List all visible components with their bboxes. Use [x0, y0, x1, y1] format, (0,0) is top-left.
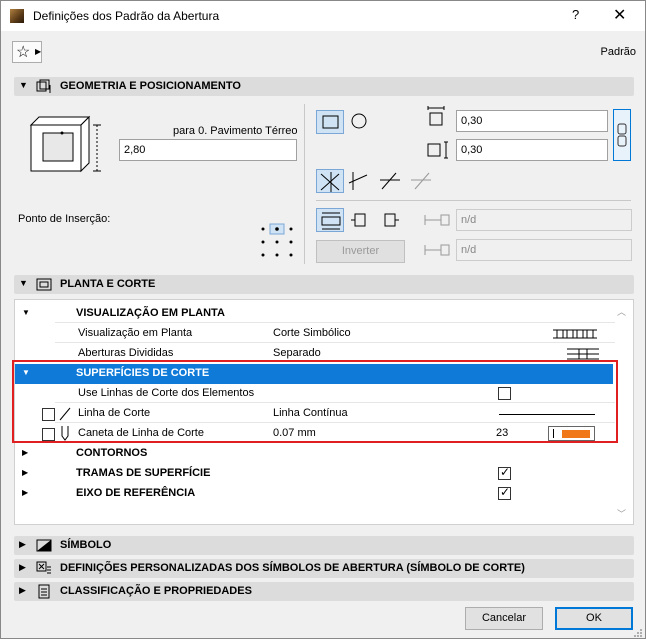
- scroll-down-icon[interactable]: ﹀: [617, 507, 626, 520]
- orientation-option-4[interactable]: [407, 169, 435, 193]
- group-title: EIXO DE REFERÊNCIA: [76, 487, 196, 499]
- vertical-divider: [304, 104, 305, 264]
- dialog-window: Definições dos Padrão da Abertura ? ✕ ☆ …: [0, 0, 646, 639]
- surface-fills-checkbox[interactable]: [498, 465, 511, 480]
- section-custom-header[interactable]: ▶ DEFINIÇÕES PERSONALIZADAS DOS SÍMBOLOS…: [14, 559, 634, 578]
- width-field[interactable]: 0,30: [456, 110, 608, 132]
- circle-icon: [351, 113, 367, 129]
- orientation-option-3[interactable]: [376, 169, 404, 193]
- symbol-icon: [36, 539, 52, 552]
- expand-icon: ▶: [19, 562, 26, 572]
- row-divider: [55, 322, 615, 323]
- group-row-reference-axis[interactable]: ▶ EIXO DE REFERÊNCIA: [15, 484, 615, 504]
- default-label: Padrão: [600, 46, 636, 58]
- height-icon: [427, 141, 448, 159]
- group-title: CONTORNOS: [76, 447, 148, 459]
- reveal-option-2[interactable]: [347, 208, 375, 232]
- reveal-option-3[interactable]: [377, 208, 405, 232]
- custom-symbol-icon: [36, 561, 51, 574]
- opening-preview-icon: [29, 115, 101, 173]
- section-custom-title: DEFINIÇÕES PERSONALIZADAS DOS SÍMBOLOS D…: [60, 562, 525, 574]
- section-classification-header[interactable]: ▶ CLASSIFICAÇÃO E PROPRIEDADES: [14, 582, 634, 601]
- property-value[interactable]: Corte Simbólico: [273, 327, 351, 339]
- close-button[interactable]: ✕: [613, 5, 626, 25]
- cancel-button[interactable]: Cancelar: [465, 607, 543, 630]
- wall-reveal-right-icon: [384, 213, 399, 227]
- insertion-point-grid-icon[interactable]: [259, 223, 295, 259]
- group-row-plan-view[interactable]: ▼ VISUALIZAÇÃO EM PLANTA: [15, 304, 615, 324]
- favorites-button[interactable]: ☆ ▶: [12, 41, 42, 63]
- orientation-option-2[interactable]: [345, 169, 373, 193]
- width-icon: [427, 106, 445, 126]
- document-icon: [38, 584, 50, 599]
- section-plan-header[interactable]: ▼ PLANTA E CORTE: [14, 275, 634, 294]
- wall-reveal-icon: [321, 212, 341, 230]
- row-divider: [55, 342, 615, 343]
- chevron-right-icon: ▶: [35, 47, 42, 56]
- orientation-option-1[interactable]: [316, 169, 344, 193]
- chain-link-icon: [617, 123, 627, 147]
- story-label: para 0. Pavimento Térreo: [173, 125, 298, 137]
- collapse-icon: ▼: [22, 308, 30, 317]
- section-plan-title: PLANTA E CORTE: [60, 278, 156, 290]
- insertion-point-label: Ponto de Inserção:: [18, 213, 111, 225]
- group-title: VISUALIZAÇÃO EM PLANTA: [76, 307, 225, 319]
- mirror-cross-icon: [320, 172, 340, 192]
- group-row-contours[interactable]: ▶ CONTORNOS: [15, 444, 615, 464]
- reference-axis-checkbox[interactable]: [498, 485, 511, 500]
- circular-shape-button[interactable]: [345, 110, 373, 134]
- mirror-horizontal-icon: [380, 172, 400, 190]
- section-geometry-header[interactable]: ▼ GEOMETRIA E POSICIONAMENTO: [14, 77, 634, 96]
- section-symbol-title: SÍMBOLO: [60, 539, 112, 551]
- help-button[interactable]: ?: [572, 7, 579, 22]
- mirror-vertical-icon: [348, 172, 368, 190]
- invert-button[interactable]: Inverter: [316, 240, 405, 263]
- property-label: Visualização em Planta: [78, 327, 193, 339]
- property-value[interactable]: Separado: [273, 347, 321, 359]
- group-row-surface-fills[interactable]: ▶ TRAMAS DE SUPERFÍCIE: [15, 464, 615, 484]
- highlight-frame: [12, 360, 618, 443]
- expand-icon: ▶: [22, 448, 29, 457]
- reveal-option-1[interactable]: [316, 208, 344, 232]
- ok-button[interactable]: OK: [555, 607, 633, 630]
- resize-grip-icon[interactable]: [631, 626, 643, 638]
- group-title: TRAMAS DE SUPERFÍCIE: [76, 467, 211, 479]
- star-icon: ☆: [16, 44, 31, 61]
- divider: [316, 200, 631, 201]
- mirror-diagonal-icon: [411, 172, 431, 190]
- elevation-field[interactable]: 2,80: [119, 139, 297, 161]
- rectangle-icon: [322, 115, 339, 129]
- property-label: Aberturas Divididas: [78, 347, 174, 359]
- property-row-plan-display[interactable]: Visualização em Planta Corte Simbólico: [15, 324, 615, 344]
- expand-icon: ▶: [22, 488, 29, 497]
- app-icon: [10, 9, 24, 23]
- section-geometry-title: GEOMETRIA E POSICIONAMENTO: [60, 80, 241, 92]
- reveal-offset-field[interactable]: n/d: [456, 239, 632, 261]
- rectangular-shape-button[interactable]: [316, 110, 344, 134]
- expand-icon: ▶: [19, 539, 26, 549]
- reveal-offset-icon: [424, 244, 450, 256]
- title-bar: Definições dos Padrão da Abertura ? ✕: [1, 1, 645, 31]
- window-title: Definições dos Padrão da Abertura: [33, 9, 220, 23]
- symbolic-cut-icon: [553, 329, 597, 339]
- height-field[interactable]: 0,30: [456, 139, 608, 161]
- expand-icon: ▶: [19, 585, 26, 595]
- section-classification-title: CLASSIFICAÇÃO E PROPRIEDADES: [60, 585, 252, 597]
- reveal-depth-field[interactable]: n/d: [456, 209, 632, 231]
- wall-reveal-left-icon: [351, 213, 366, 227]
- link-dimensions-toggle[interactable]: [613, 109, 631, 161]
- collapse-icon: ▼: [19, 278, 28, 288]
- geometry-icon: [36, 79, 51, 93]
- scroll-up-icon[interactable]: ︿: [617, 305, 626, 318]
- expand-icon: ▶: [22, 468, 29, 477]
- section-symbol-header[interactable]: ▶ SÍMBOLO: [14, 536, 634, 555]
- floor-plan-icon: [36, 278, 52, 291]
- reveal-depth-icon: [424, 214, 450, 226]
- collapse-icon: ▼: [19, 80, 28, 90]
